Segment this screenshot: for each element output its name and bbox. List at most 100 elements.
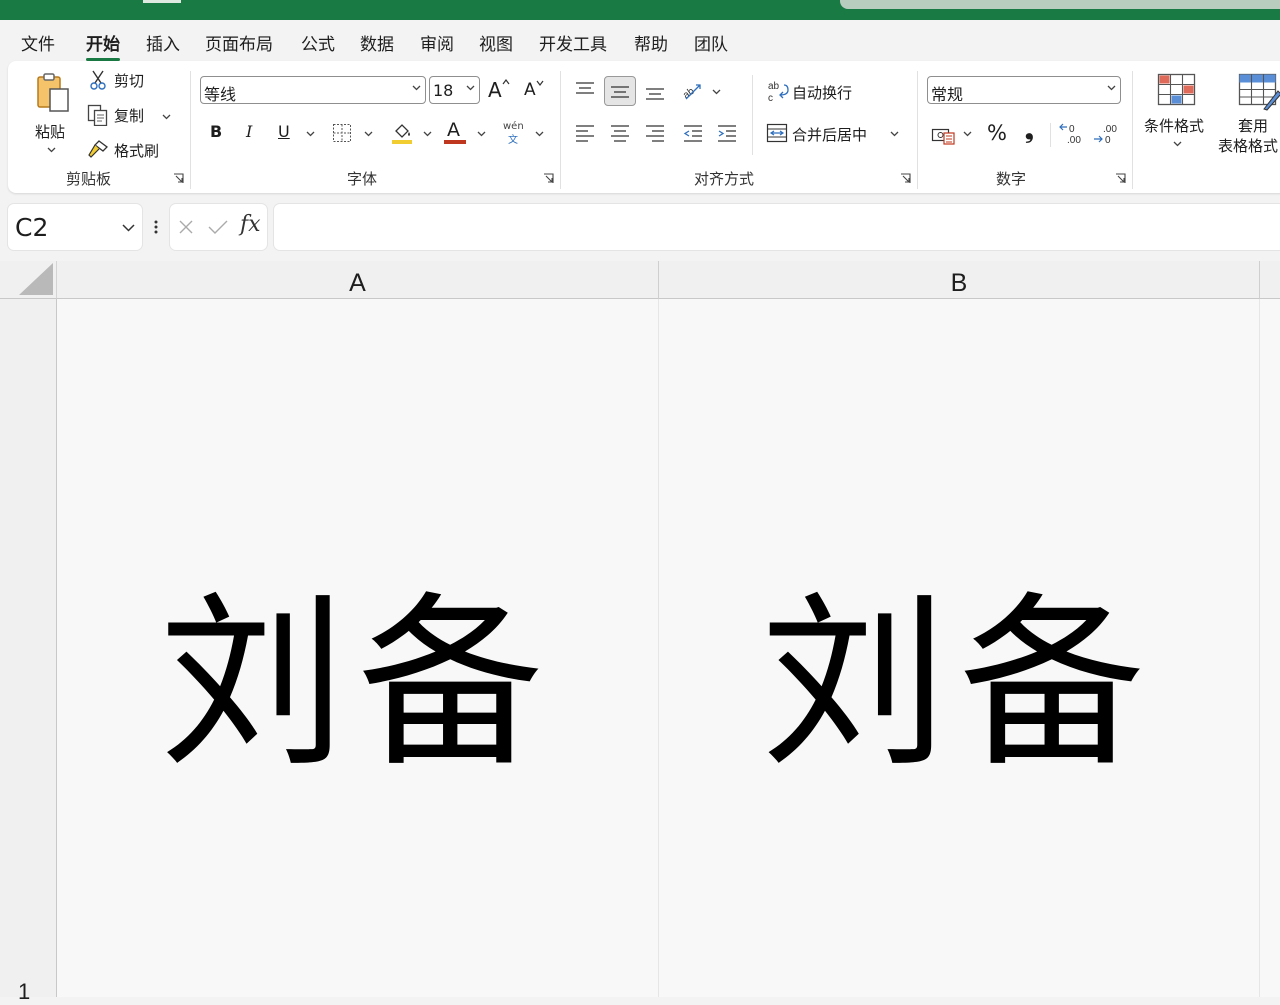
formula-input[interactable] <box>274 204 1280 250</box>
row-header-1[interactable]: 1 <box>0 299 57 1004</box>
increase-decimal-icon[interactable]: 0 .00 <box>1058 121 1084 147</box>
cell-b1-text: 刘备 <box>760 575 1157 792</box>
borders-button[interactable] <box>330 119 378 147</box>
row-number: 1 <box>18 979 31 1004</box>
grow-font-label: A <box>488 78 502 102</box>
percent-button[interactable]: % <box>985 119 1011 147</box>
cell-c1[interactable] <box>1260 299 1280 997</box>
merge-cells-icon <box>766 123 788 143</box>
title-accent <box>143 0 181 3</box>
fill-color-button[interactable] <box>389 119 437 147</box>
wrap-text-icon: ab c <box>768 81 789 103</box>
font-size-select[interactable]: 18 <box>429 76 480 104</box>
paste-button[interactable]: 粘贴 <box>26 67 78 159</box>
svg-text:0: 0 <box>1069 124 1075 135</box>
align-center-icon[interactable] <box>609 122 631 144</box>
tab-insert[interactable]: 插入 <box>146 30 180 55</box>
align-left-icon[interactable] <box>574 122 596 144</box>
svg-text:c: c <box>768 93 773 103</box>
grow-font-button[interactable]: A <box>486 76 512 104</box>
insert-function-button[interactable]: fx <box>240 212 261 237</box>
font-color-button[interactable]: A <box>443 119 491 147</box>
cancel-icon[interactable] <box>178 219 194 235</box>
number-format-select[interactable]: 常规 <box>927 76 1121 104</box>
dialog-launcher-icon[interactable] <box>543 173 554 184</box>
cut-button[interactable]: 剪切 <box>86 67 166 93</box>
comma-style-button[interactable]: ❟ <box>1021 119 1043 147</box>
italic-button[interactable]: I <box>238 119 262 147</box>
dialog-launcher-icon[interactable] <box>900 173 911 184</box>
tab-home[interactable]: 开始 <box>86 30 120 61</box>
merge-center-button[interactable]: 合并后居中 <box>764 119 904 147</box>
caret-down-icon <box>536 80 544 86</box>
alignment-group-label: 对齐方式 <box>694 170 755 188</box>
tab-review[interactable]: 审阅 <box>420 30 454 55</box>
search-bar[interactable] <box>840 0 1280 9</box>
format-table-icon <box>1238 73 1280 111</box>
confirm-icon[interactable] <box>207 219 229 235</box>
align-middle-button[interactable] <box>604 76 636 106</box>
select-all-button[interactable] <box>0 261 57 299</box>
chevron-down-icon <box>162 114 171 120</box>
ribbon-panel: 粘贴 剪切 复制 格式刷 剪贴板 等线 18 A A B I U A wén 文… <box>8 61 1280 193</box>
svg-text:ab: ab <box>768 81 780 92</box>
title-bar <box>0 0 1280 20</box>
more-options-icon[interactable] <box>152 219 160 235</box>
paint-bucket-icon <box>392 124 412 144</box>
column-header-c[interactable] <box>1260 261 1280 299</box>
conditional-formatting-label: 条件格式 <box>1144 117 1205 135</box>
tab-data[interactable]: 数据 <box>360 30 394 55</box>
chevron-down-icon <box>963 131 972 137</box>
tab-file[interactable]: 文件 <box>21 30 55 55</box>
phonetic-guide-button[interactable]: wén 文 <box>501 119 549 147</box>
bold-button[interactable]: B <box>204 119 228 147</box>
format-painter-button[interactable]: 格式刷 <box>86 137 166 163</box>
svg-text:.00: .00 <box>1103 124 1117 135</box>
svg-text:ab: ab <box>681 86 697 101</box>
shrink-font-button[interactable]: A <box>522 76 548 104</box>
tab-view[interactable]: 视图 <box>479 30 513 55</box>
column-header-b[interactable]: B <box>659 261 1260 299</box>
wrap-text-button[interactable]: ab c 自动换行 <box>764 77 864 105</box>
copy-button[interactable]: 复制 <box>86 102 176 128</box>
merge-center-label: 合并后居中 <box>792 126 868 144</box>
caret-up-icon <box>502 79 510 85</box>
accounting-format-button[interactable] <box>929 121 977 149</box>
chevron-down-icon <box>477 131 486 137</box>
clipboard-group-label: 剪贴板 <box>66 170 112 188</box>
chevron-down-icon <box>423 131 432 137</box>
align-top-icon[interactable] <box>574 79 596 101</box>
bold-label: B <box>210 122 223 141</box>
conditional-formatting-button[interactable]: 条件格式 <box>1142 69 1212 161</box>
chevron-down-icon <box>712 89 721 95</box>
font-name-select[interactable]: 等线 <box>200 76 426 104</box>
tab-page-layout[interactable]: 页面布局 <box>205 30 273 55</box>
font-group-label: 字体 <box>347 170 378 188</box>
align-right-icon[interactable] <box>644 122 666 144</box>
dialog-launcher-icon[interactable] <box>1115 173 1126 184</box>
svg-text:0: 0 <box>1105 135 1111 146</box>
align-bottom-icon[interactable] <box>644 81 666 103</box>
column-header-a[interactable]: A <box>57 261 659 299</box>
format-as-table-button[interactable]: 套用 表格格式 <box>1216 69 1280 161</box>
scissors-icon <box>90 70 106 90</box>
dialog-launcher-icon[interactable] <box>173 173 184 184</box>
cell-a1[interactable]: 刘备 <box>57 299 659 997</box>
cell-b1[interactable]: 刘备 <box>659 299 1260 997</box>
copy-label: 复制 <box>114 107 145 125</box>
name-box-value: C2 <box>15 213 49 242</box>
select-all-triangle-icon <box>19 263 53 295</box>
chevron-down-icon <box>466 85 475 91</box>
phonetic-bottom-label: 文 <box>508 135 518 146</box>
decrease-indent-icon[interactable] <box>682 122 704 144</box>
decrease-decimal-icon[interactable]: .00 0 <box>1092 121 1118 147</box>
underline-button[interactable]: U <box>272 119 320 147</box>
orientation-button[interactable]: ab <box>678 77 726 105</box>
tab-help[interactable]: 帮助 <box>634 30 668 55</box>
increase-indent-icon[interactable] <box>716 122 738 144</box>
tab-formulas[interactable]: 公式 <box>301 30 335 55</box>
name-box[interactable]: C2 <box>8 204 142 250</box>
tab-team[interactable]: 团队 <box>694 30 728 55</box>
tab-developer[interactable]: 开发工具 <box>539 30 607 55</box>
font-color-swatch <box>444 140 466 144</box>
